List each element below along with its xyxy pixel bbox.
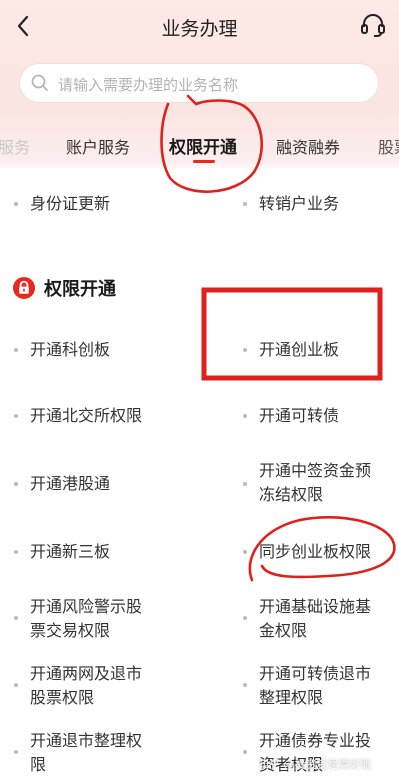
tab-stocks[interactable]: 股票: [378, 134, 399, 158]
list-item-risk-warning-stocks[interactable]: 开通风险警示股 票交易权限: [14, 595, 190, 643]
item-label: 开通北交所权限: [30, 406, 143, 425]
bullet-dot: [243, 750, 247, 754]
tab-margin-trading[interactable]: 融资融券: [276, 134, 340, 158]
tab-bar: 服务 账户服务 权限开通 融资融券 股票: [0, 126, 399, 166]
list-item-delisting-arrangement[interactable]: 开通退市整理权 限: [14, 729, 190, 777]
item-label-line1: 开通基础设施基: [259, 597, 372, 616]
list-item-bse[interactable]: 开通北交所权限: [14, 404, 190, 428]
list-item-convertible-bond[interactable]: 开通可转债: [243, 404, 395, 428]
bullet-dot: [14, 683, 18, 687]
list-item-delisted-stocks[interactable]: 开通两网及退市 股票权限: [14, 662, 190, 710]
lock-icon: [13, 277, 35, 299]
list-item-star-market[interactable]: 开通科创板: [14, 338, 190, 362]
headset-icon[interactable]: [359, 11, 387, 39]
tab-permission-open[interactable]: 权限开通: [169, 133, 237, 158]
search-placeholder: 请输入需要办理的业务名称: [58, 76, 239, 94]
item-label: 开通创业板: [259, 340, 340, 359]
item-label-line2: 股票权限: [30, 688, 95, 707]
item-label-line2: 冻结权限: [259, 485, 324, 504]
item-label-line1: 开通退市整理权: [30, 731, 143, 750]
bullet-dot: [14, 750, 18, 754]
item-label-line2: 限: [30, 755, 47, 774]
item-label-line2: 金权限: [259, 621, 308, 640]
item-label-line1: 开通债券专业投: [259, 731, 372, 750]
list-item-convertible-delisting[interactable]: 开通可转债退市 整理权限: [243, 662, 395, 710]
item-label: 开通港股通: [30, 474, 111, 493]
list-item-id-update[interactable]: 身份证更新: [14, 192, 190, 216]
bullet-dot: [14, 482, 18, 486]
bullet-dot: [243, 683, 247, 687]
item-label-line2: 票交易权限: [30, 621, 111, 640]
header-bar: 业务办理: [0, 0, 399, 56]
bullet-dot: [243, 550, 247, 554]
watermark: 知乎 @投资就是算好账: [258, 758, 372, 771]
item-label-line1: 开通可转债退市: [259, 664, 372, 683]
item-label-line1: 开通两网及退市: [30, 664, 143, 683]
tab-services[interactable]: 服务: [0, 134, 30, 158]
list-item-neeq[interactable]: 开通新三板: [14, 540, 190, 564]
bullet-dot: [243, 348, 247, 352]
bullet-dot: [14, 414, 18, 418]
bullet-dot: [14, 616, 18, 620]
tab-account-services[interactable]: 账户服务: [66, 134, 130, 158]
item-label: 身份证更新: [30, 194, 111, 213]
list-item-sync-chinext[interactable]: 同步创业板权限: [243, 540, 395, 564]
section-title: 权限开通: [44, 279, 116, 300]
bullet-dot: [14, 348, 18, 352]
list-item-chinext[interactable]: 开通创业板: [243, 338, 395, 362]
item-label: 同步创业板权限: [259, 542, 372, 561]
list-item-infrastructure-fund[interactable]: 开通基础设施基 金权限: [243, 595, 395, 643]
bullet-dot: [243, 616, 247, 620]
bullet-dot: [243, 414, 247, 418]
list-item-ipo-fund-freeze[interactable]: 开通中签资金预 冻结权限: [243, 459, 395, 507]
item-label-line2: 整理权限: [259, 688, 324, 707]
item-label: 转销户业务: [259, 194, 340, 213]
bullet-dot: [14, 202, 18, 206]
list-item-close-account[interactable]: 转销户业务: [243, 192, 395, 216]
search-input[interactable]: 请输入需要办理的业务名称: [20, 64, 378, 102]
list-item-hk-connect[interactable]: 开通港股通: [14, 472, 190, 496]
page-title: 业务办理: [161, 18, 238, 40]
active-tab-indicator: [193, 160, 215, 163]
bullet-dot: [243, 482, 247, 486]
bullet-dot: [14, 550, 18, 554]
item-label: 开通新三板: [30, 542, 111, 561]
bullet-dot: [243, 202, 247, 206]
item-label-line1: 开通中签资金预: [259, 461, 372, 480]
item-label: 开通可转债: [259, 406, 340, 425]
search-icon: [31, 74, 48, 91]
item-label: 开通科创板: [30, 340, 111, 359]
item-label-line1: 开通风险警示股: [30, 597, 143, 616]
